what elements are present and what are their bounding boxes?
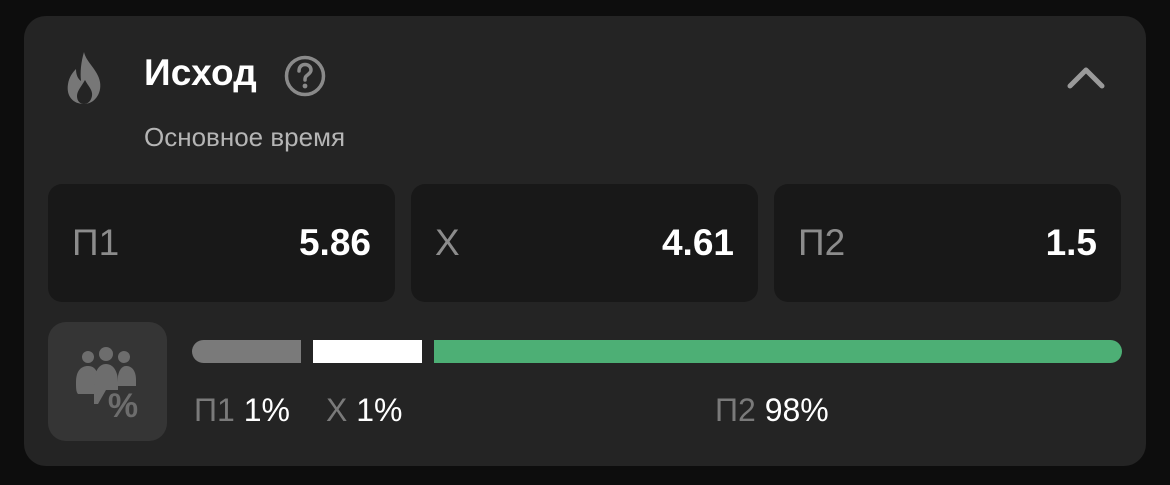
outcome-card: Исход Основное время П1 5.86 Х 4.61 П2 1… (24, 16, 1146, 466)
stat-x: Х 1% (326, 392, 402, 429)
odd-button-p2[interactable]: П2 1.5 (774, 184, 1121, 302)
stat-percent: 1% (356, 392, 403, 428)
people-percent-icon: % (76, 347, 138, 422)
fire-icon (67, 52, 101, 104)
bar-segment-p2 (434, 340, 1122, 363)
help-icon[interactable] (283, 54, 327, 98)
odd-button-p1[interactable]: П1 5.86 (48, 184, 395, 302)
market-subtitle: Основное время (144, 122, 346, 152)
bar-segment-p1 (192, 340, 301, 363)
chevron-up-icon[interactable] (1066, 64, 1106, 90)
bet-stats-button[interactable]: % (48, 322, 167, 441)
stat-label: Х (326, 392, 348, 428)
odd-label: П1 (72, 222, 120, 263)
stat-p1: П1 1% (194, 392, 290, 429)
odd-value: 4.61 (661, 222, 734, 263)
stat-percent: 98% (764, 392, 829, 428)
odd-value: 5.86 (298, 222, 371, 263)
svg-text:%: % (108, 387, 138, 422)
stat-p2: П2 98% (715, 392, 829, 429)
odd-value: 1.5 (1045, 222, 1097, 263)
odd-label: П2 (798, 222, 846, 263)
odd-label: Х (435, 222, 460, 263)
bar-segment-x (313, 340, 422, 363)
market-title: Исход (144, 52, 257, 93)
stat-label: П2 (715, 392, 756, 428)
stat-label: П1 (194, 392, 235, 428)
odd-button-x[interactable]: Х 4.61 (411, 184, 758, 302)
stat-percent: 1% (243, 392, 290, 428)
